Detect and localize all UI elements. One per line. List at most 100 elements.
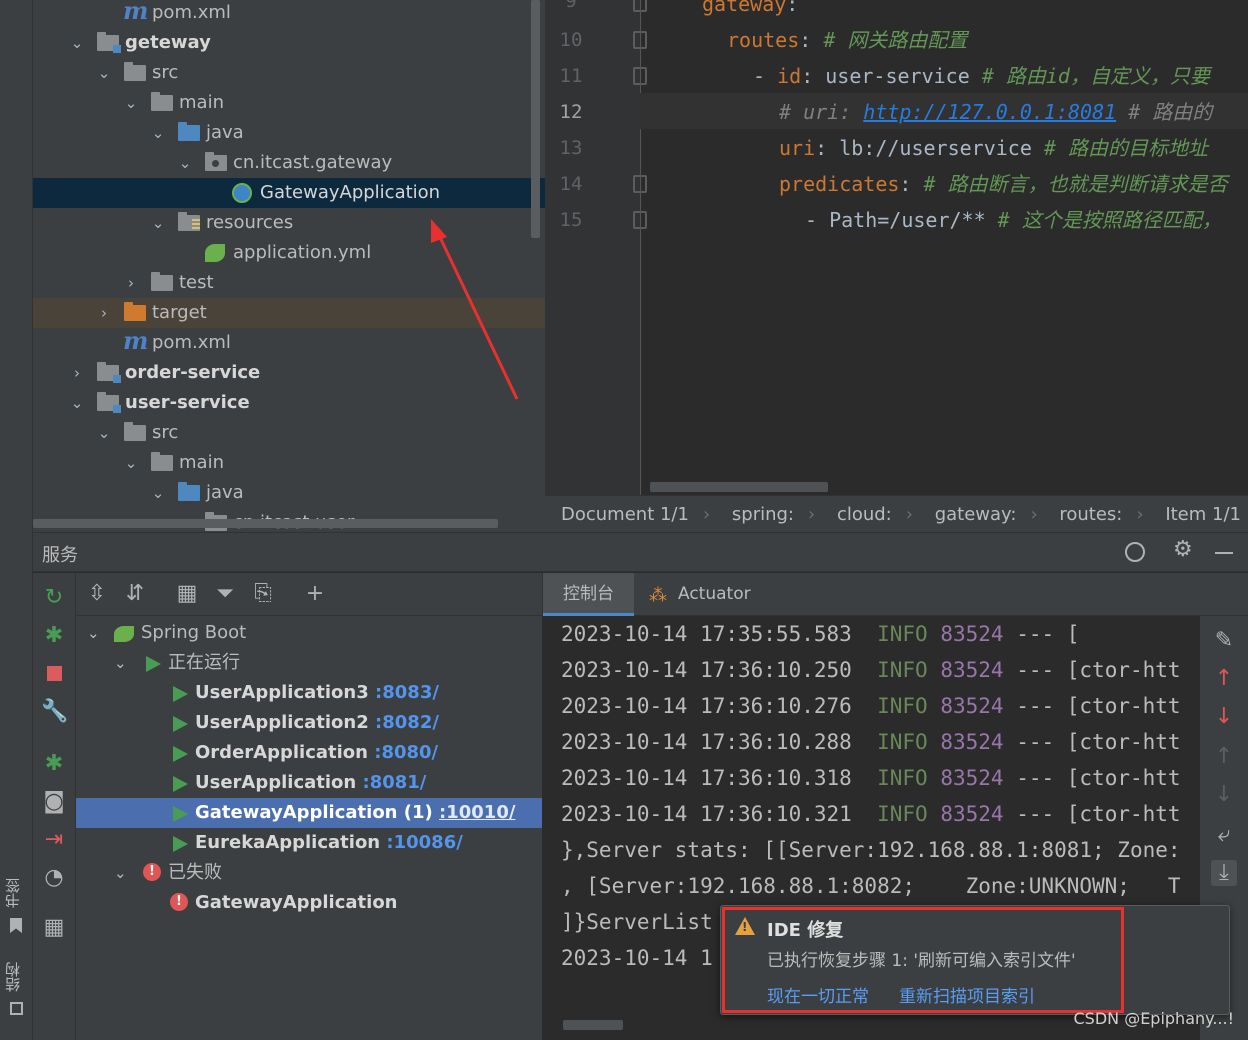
group-icon[interactable]: ▦: [174, 581, 200, 607]
service-item[interactable]: UserApplication :8081/: [76, 768, 542, 798]
console-line: 2023-10-14 17:35:55.583 INFO 83524 --- [: [561, 622, 1080, 646]
arrow-down-icon[interactable]: ↓: [1211, 704, 1237, 730]
error-icon: !: [143, 863, 161, 881]
folder-icon: [124, 422, 146, 441]
services-root-spring-boot[interactable]: ⌄ Spring Boot: [76, 618, 542, 648]
tree-item-main[interactable]: ⌄ main: [33, 88, 545, 118]
module-folder-icon: [97, 392, 121, 413]
tree-item-geteway[interactable]: ⌄ geteway: [33, 28, 545, 58]
run-icon: [173, 686, 188, 702]
console-scrollbar[interactable]: [563, 1020, 623, 1030]
chevron-down-icon[interactable]: ⌄: [87, 618, 100, 648]
debug-icon[interactable]: ✱: [41, 623, 67, 649]
tab-console[interactable]: 控制台: [543, 573, 634, 616]
structure-icon[interactable]: [10, 1002, 23, 1015]
chevron-down-icon[interactable]: ⌄: [96, 418, 112, 448]
arrow-up-icon[interactable]: ↑: [1211, 666, 1237, 692]
expand-all-icon[interactable]: ⇳: [84, 581, 110, 607]
layout-icon[interactable]: ▦: [41, 915, 67, 941]
bookmarks-tab[interactable]: 书签: [2, 878, 23, 908]
annotation-highlight-box: [722, 907, 1124, 1013]
chevron-down-icon[interactable]: ⌄: [123, 88, 139, 118]
chevron-down-icon[interactable]: ⌄: [69, 28, 85, 58]
soft-wrap-icon[interactable]: ⤶: [1211, 822, 1237, 848]
tree-item-package[interactable]: ⌄ cn.itcast.gateway: [33, 148, 545, 178]
chevron-down-icon[interactable]: ⌄: [150, 118, 166, 148]
stop-icon[interactable]: [41, 661, 67, 687]
port-link[interactable]: :8082/: [375, 712, 439, 733]
chevron-down-icon[interactable]: ⌄: [177, 148, 193, 178]
folder-icon: [151, 452, 173, 471]
bookmark-icon[interactable]: [10, 918, 22, 933]
breadcrumb-item[interactable]: routes:: [1059, 504, 1122, 525]
project-tree-panel: m pom.xml ⌄ geteway ⌄ src ⌄ main ⌄ java …: [33, 0, 545, 532]
console-line: ]}ServerList: [561, 910, 713, 934]
gear-icon[interactable]: ⚙: [1173, 537, 1193, 562]
minimize-icon[interactable]: [1215, 552, 1233, 554]
service-item-selected[interactable]: GatewayApplication (1) :10010/: [76, 798, 542, 828]
code-line-15: - Path=/user/** # 这个是按照路径匹配，: [805, 208, 1222, 232]
tree-item-src[interactable]: ⌄ src: [33, 58, 545, 88]
resources-folder-icon: [178, 212, 200, 231]
chevron-down-icon[interactable]: ⌄: [114, 858, 127, 888]
chevron-down-icon[interactable]: ⌄: [123, 448, 139, 478]
chevron-right-icon[interactable]: ›: [123, 268, 139, 298]
wrench-icon[interactable]: 🔧: [41, 699, 68, 725]
chevron-down-icon[interactable]: ⌄: [96, 58, 112, 88]
console-line: 2023-10-14 17:36:10.250 INFO 83524 --- […: [561, 658, 1181, 682]
service-item[interactable]: UserApplication3 :8083/: [76, 678, 542, 708]
chevron-down-icon[interactable]: ⌄: [150, 478, 166, 508]
port-link[interactable]: :10086/: [386, 832, 462, 853]
console-line: },Server stats: [[Server:192.168.88.1:80…: [561, 838, 1181, 862]
tree-item-pom[interactable]: m pom.xml: [33, 0, 545, 28]
watermark: CSDN @Epiphany...!: [1073, 1009, 1234, 1028]
exit-icon[interactable]: ⇥: [41, 827, 67, 853]
chevron-down-icon[interactable]: ⌄: [69, 388, 85, 418]
tab-actuator[interactable]: Actuator: [658, 573, 771, 616]
port-link[interactable]: :8083/: [375, 682, 439, 703]
breadcrumb-item[interactable]: Document 1/1: [561, 504, 689, 525]
collapse-all-icon[interactable]: ⇵: [122, 581, 148, 607]
vertical-scrollbar[interactable]: [531, 0, 540, 238]
tree-item-gatewayapplication[interactable]: GatewayApplication: [33, 178, 545, 208]
structure-tab[interactable]: 结构: [2, 962, 23, 992]
new-tab-icon[interactable]: ⎘: [250, 581, 276, 607]
filter-icon[interactable]: ⏷: [212, 581, 238, 607]
chevron-down-icon[interactable]: ⌄: [150, 208, 166, 238]
tree-item-java-2[interactable]: ⌄ java: [33, 478, 545, 508]
chevron-right-icon[interactable]: ›: [69, 358, 85, 388]
editor-scrollbar[interactable]: [650, 482, 828, 492]
service-item-failed[interactable]: ! GatewayApplication: [76, 888, 542, 918]
services-group-failed[interactable]: ⌄ ! 已失败: [76, 858, 542, 888]
camera-icon[interactable]: ◙: [41, 789, 67, 815]
chevron-right-icon[interactable]: ›: [96, 298, 112, 328]
tree-item-src-2[interactable]: ⌄ src: [33, 418, 545, 448]
debug-attach-icon[interactable]: ✱: [41, 751, 67, 777]
tree-item-main-2[interactable]: ⌄ main: [33, 448, 545, 478]
editor-gutter: 9 10 11 12 13 14 15: [545, 0, 647, 495]
code-editor[interactable]: 9 10 11 12 13 14 15 gateway: routes: # 网…: [545, 0, 1248, 495]
tree-item-java[interactable]: ⌄ java: [33, 118, 545, 148]
breadcrumb-item[interactable]: cloud:: [837, 504, 892, 525]
run-icon: [173, 806, 188, 822]
profiler-icon[interactable]: ◔: [41, 865, 67, 891]
services-group-running[interactable]: ⌄ 正在运行: [76, 648, 542, 678]
breadcrumb-item[interactable]: spring:: [732, 504, 794, 525]
console-line: 2023-10-14 17:36:10.318 INFO 83524 --- […: [561, 766, 1181, 790]
service-item[interactable]: EurekaApplication :10086/: [76, 828, 542, 858]
scroll-to-end-icon[interactable]: ⤓: [1211, 860, 1237, 886]
rerun-icon[interactable]: ↻: [41, 585, 67, 611]
port-link[interactable]: :10010/: [439, 802, 515, 823]
run-icon: [173, 716, 188, 732]
port-link[interactable]: :8080/: [374, 742, 438, 763]
breadcrumb-item[interactable]: gateway:: [935, 504, 1017, 525]
horizontal-scrollbar[interactable]: [33, 519, 498, 528]
breadcrumb-item[interactable]: Item 1/1: [1165, 504, 1241, 525]
add-icon[interactable]: +: [302, 581, 328, 607]
clear-icon[interactable]: ✎: [1211, 628, 1237, 654]
service-item[interactable]: UserApplication2 :8082/: [76, 708, 542, 738]
chevron-down-icon[interactable]: ⌄: [114, 648, 127, 678]
port-link[interactable]: :8081/: [363, 772, 427, 793]
service-item[interactable]: OrderApplication :8080/: [76, 738, 542, 768]
crosshair-icon[interactable]: [1125, 542, 1145, 562]
